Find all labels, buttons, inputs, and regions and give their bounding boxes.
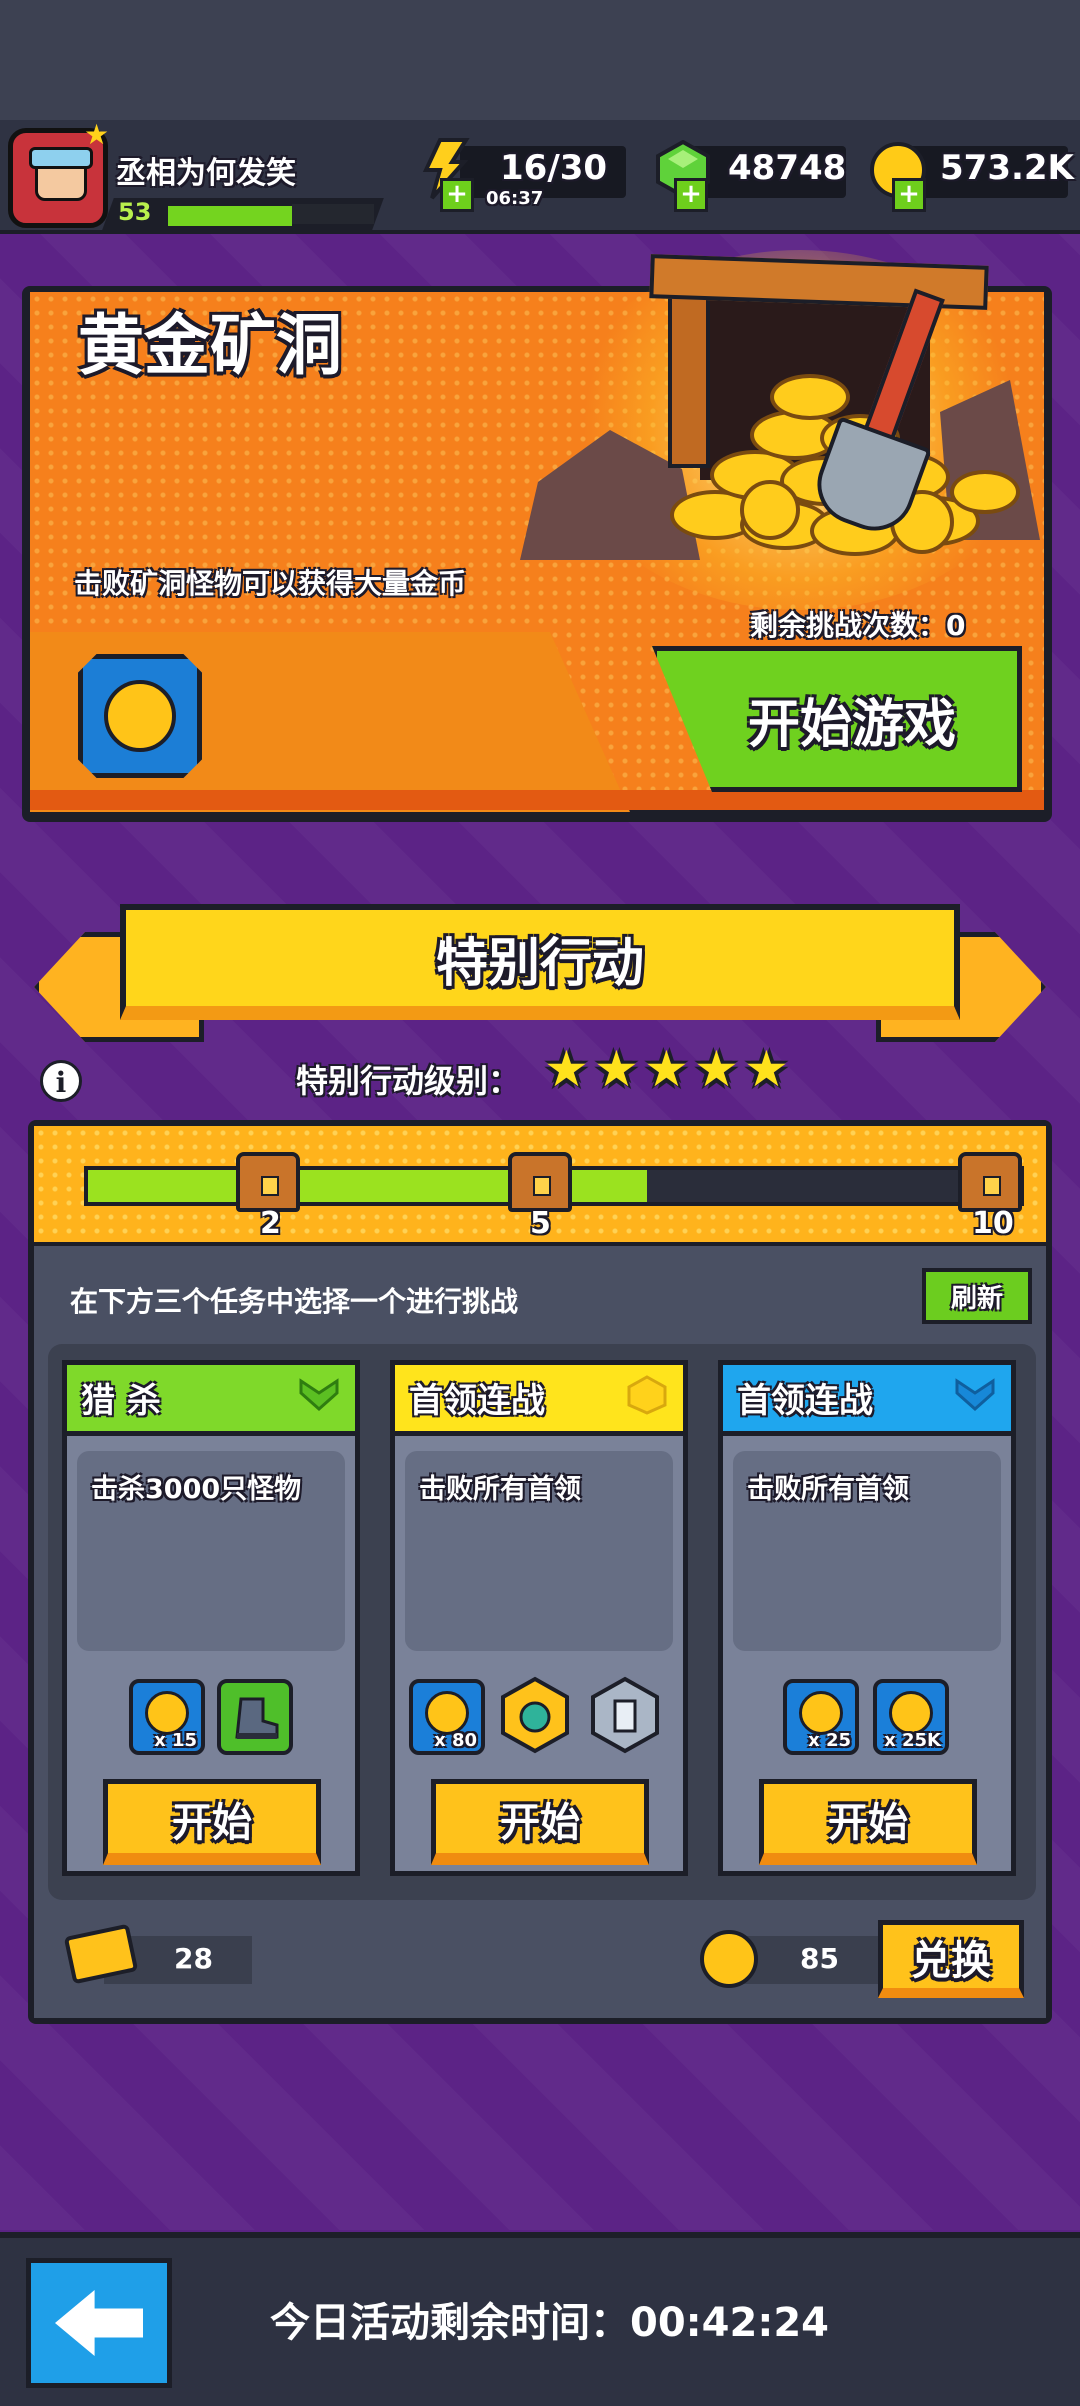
gold-mine-description: 击败矿洞怪物可以获得大量金币: [74, 567, 467, 600]
special-action-banner: 特别行动: [120, 904, 960, 1020]
refresh-button[interactable]: 刷新: [922, 1268, 1032, 1324]
coin-value: 573.2K: [940, 148, 1074, 188]
player-name: 丞相为何发笑: [116, 156, 296, 191]
gold-mine-title: 黄金矿洞: [78, 307, 342, 384]
blue-badge-icon: [955, 1378, 995, 1412]
add-energy-button[interactable]: +: [440, 178, 474, 212]
chest-icon[interactable]: [958, 1152, 1022, 1212]
armor-chip-icon[interactable]: [585, 1675, 669, 1755]
chest-icon[interactable]: [236, 1152, 300, 1212]
exchange-button[interactable]: 兑换: [878, 1920, 1024, 1998]
task-instruction: 在下方三个任务中选择一个进行挑战: [70, 1285, 519, 1318]
xp-bar-empty: [292, 204, 374, 224]
chest-icon[interactable]: [508, 1152, 572, 1212]
milestone-label: 2: [260, 1206, 281, 1241]
gold-mine-bottom-strip: [30, 790, 1044, 810]
back-arrow-icon: [55, 2290, 143, 2356]
star-icon: ★: [744, 1040, 789, 1098]
task-card-boss-rush[interactable]: 首领连战 击败所有首领 x 80 开始: [390, 1360, 688, 1876]
task-title: 猎 杀: [81, 1381, 161, 1421]
task-start-button[interactable]: 开始: [431, 1779, 649, 1865]
task-description: 击败所有首领: [747, 1474, 909, 1505]
star-icon: ★: [594, 1040, 639, 1098]
reward-item[interactable]: [217, 1679, 293, 1755]
star-icon: ★: [644, 1040, 689, 1098]
crown-icon: ★: [84, 118, 110, 151]
hunt-badge-icon: [299, 1378, 339, 1412]
boots-icon: [235, 1697, 279, 1739]
star-icon: ★: [694, 1040, 739, 1098]
info-icon[interactable]: i: [40, 1060, 82, 1102]
xp-bar-fill: [166, 204, 294, 228]
add-gems-button[interactable]: +: [674, 178, 708, 212]
milestone-label: 5: [530, 1206, 551, 1241]
event-timer: 今日活动剩余时间：00:42:24: [270, 2300, 829, 2346]
star-icon: ★: [544, 1040, 589, 1098]
token-icon: [145, 1691, 189, 1735]
task-start-button[interactable]: 开始: [759, 1779, 977, 1865]
start-game-button[interactable]: 开始游戏: [652, 646, 1022, 792]
token-icon: [700, 1930, 758, 1988]
turret-chip-icon[interactable]: [495, 1675, 575, 1755]
coin-icon: [889, 1691, 933, 1735]
reward-quantity: x 25: [808, 1730, 851, 1751]
remaining-attempts: 剩余挑战次数：0: [750, 609, 966, 642]
special-level-label: 特别行动级别：: [296, 1062, 521, 1100]
gem-value: 48748: [728, 148, 847, 188]
cube-badge-icon: [627, 1375, 667, 1415]
add-coins-button[interactable]: +: [892, 178, 926, 212]
task-description: 击败所有首领: [419, 1474, 581, 1505]
back-button[interactable]: [26, 2258, 172, 2388]
reward-quantity: x 80: [434, 1730, 477, 1751]
reward-quantity: x 25K: [884, 1730, 941, 1751]
coin-icon: [104, 680, 176, 752]
energy-timer: 06:37: [486, 188, 544, 209]
reward-item[interactable]: x 15: [129, 1679, 205, 1755]
token-icon: [425, 1691, 469, 1735]
special-action-title: 特别行动: [435, 933, 644, 994]
player-level: 53: [118, 198, 152, 226]
energy-value: 16/30: [500, 148, 608, 188]
ticket-count: 28: [174, 1942, 213, 1975]
token-count: 85: [800, 1942, 839, 1975]
task-title: 首领连战: [737, 1381, 873, 1421]
task-card-hunt[interactable]: 猎 杀 击杀3000只怪物 x 15 开始: [62, 1360, 360, 1876]
status-bar: [0, 0, 1080, 120]
task-description: 击杀3000只怪物: [91, 1474, 302, 1505]
task-title: 首领连战: [409, 1381, 545, 1421]
task-start-button[interactable]: 开始: [103, 1779, 321, 1865]
reward-item[interactable]: x 25K: [873, 1679, 949, 1755]
start-game-label: 开始游戏: [747, 694, 956, 755]
reward-item[interactable]: x 25: [783, 1679, 859, 1755]
task-card-boss-rush-2[interactable]: 首领连战 击败所有首领 x 25 x 25K 开始: [718, 1360, 1016, 1876]
token-icon: [799, 1691, 843, 1735]
milestone-label: 10: [972, 1206, 1014, 1241]
reward-quantity: x 15: [154, 1730, 197, 1751]
reward-item[interactable]: x 80: [409, 1679, 485, 1755]
